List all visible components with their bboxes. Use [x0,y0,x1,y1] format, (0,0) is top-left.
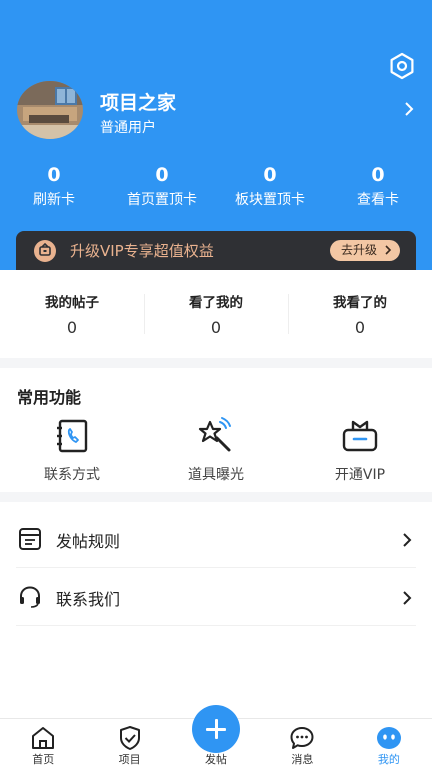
post-stats: 我的帖子 0 看了我的 0 我看了的 0 [0,270,432,358]
chevron-right-icon [403,533,412,547]
menu-item-contact-us[interactable]: 联系我们 [16,566,416,626]
chevron-right-icon[interactable] [402,100,416,118]
vip-banner-text: 升级VIP专享超值权益 [70,242,214,260]
settings-menu: 发帖规则 联系我们 [0,502,432,718]
upgrade-button[interactable]: 去升级 [330,240,400,261]
viewed-me[interactable]: 看了我的 0 [144,270,288,358]
vip-gift-icon [342,420,378,452]
chat-icon [290,727,314,749]
tab-projects[interactable]: 项目 [86,719,172,768]
avatar[interactable] [17,81,83,139]
profile-screen: 项目之家 普通用户 0 刷新卡 0 首页置顶卡 0 板块置顶卡 0 查看卡 升级… [0,0,432,768]
my-posts[interactable]: 我的帖子 0 [0,270,144,358]
vip-crown-icon [34,240,56,262]
menu-item-posting-rules[interactable]: 发帖规则 [16,508,416,568]
document-icon [19,528,41,550]
section-title: 常用功能 [17,388,82,407]
username: 项目之家 [100,92,177,114]
stat-refresh-card[interactable]: 0 刷新卡 [4,164,104,212]
tab-mine[interactable]: 我的 [346,719,432,768]
chevron-right-icon [403,591,412,605]
home-icon [32,727,55,749]
plus-icon[interactable] [192,705,241,753]
tab-messages[interactable]: 消息 [259,719,345,768]
profile-bubble-icon [376,727,401,749]
stat-homepage-top-card[interactable]: 0 首页置顶卡 [112,164,212,212]
i-viewed[interactable]: 我看了的 0 [288,270,432,358]
contact-book-icon [57,419,88,453]
card-stats: 0 刷新卡 0 首页置顶卡 0 板块置顶卡 0 查看卡 [0,164,432,212]
shield-check-icon [119,726,140,750]
profile-header: 项目之家 普通用户 0 刷新卡 0 首页置顶卡 0 板块置顶卡 0 查看卡 升级… [0,0,432,270]
tab-post[interactable]: 发帖 [173,705,259,768]
headset-icon [20,586,40,608]
vip-banner[interactable]: 升级VIP专享超值权益 去升级 [16,231,416,270]
magic-wand-icon [198,417,231,452]
stat-view-card[interactable]: 0 查看卡 [328,164,428,212]
bottom-tab-bar: 首页 项目 发帖 消息 我的 [0,705,432,768]
settings-icon[interactable] [388,52,416,80]
function-vip[interactable]: 开通VIP [300,416,420,484]
function-exposure[interactable]: 道具曝光 [156,416,276,484]
user-type: 普通用户 [100,120,156,136]
tab-home[interactable]: 首页 [0,719,86,768]
common-functions: 常用功能 联系方式 道具曝光 开通VIP [0,368,432,492]
chevron-right-icon [385,245,392,255]
stat-section-top-card[interactable]: 0 板块置顶卡 [220,164,320,212]
function-contact[interactable]: 联系方式 [12,416,132,484]
